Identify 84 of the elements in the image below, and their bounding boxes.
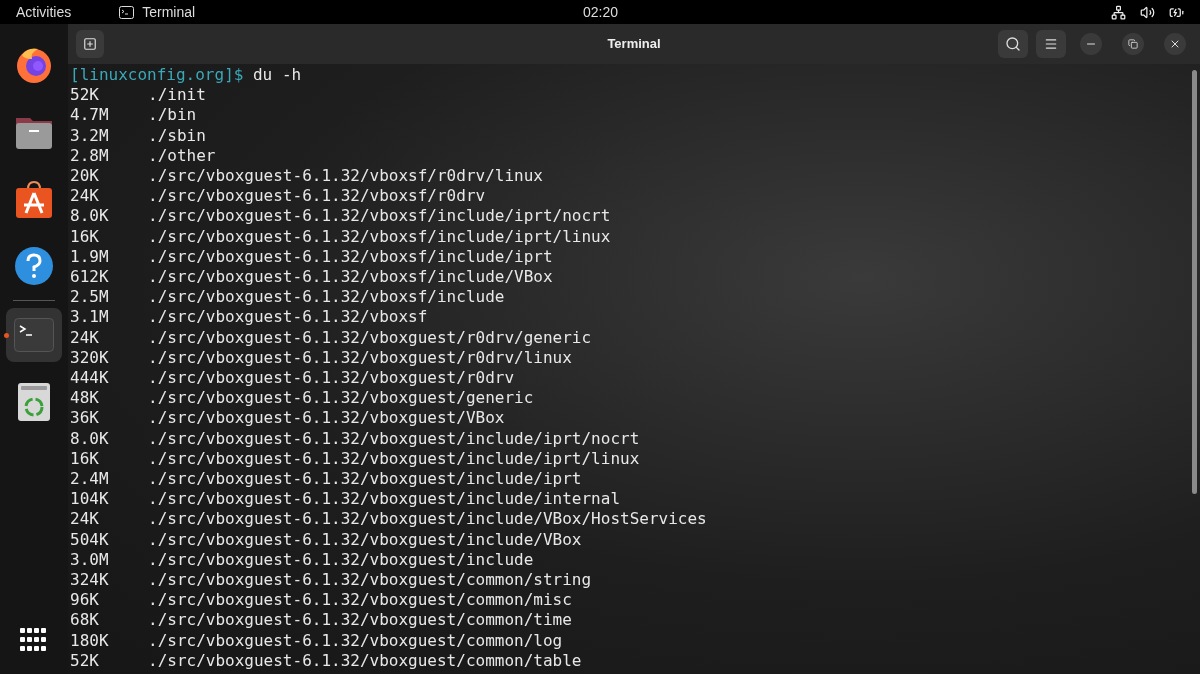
size-value: 52K (70, 85, 100, 106)
path-value: ./src/vboxguest-6.1.32/vboxguest/common/log (148, 630, 563, 651)
size-value: 2.5M (70, 287, 110, 308)
size-value: 24K (70, 509, 100, 530)
network-icon[interactable] (1111, 4, 1126, 20)
path-value: ./src/vboxguest-6.1.32/vboxguest/r0drv/linux (148, 347, 572, 369)
path-value: ./src/vboxguest-6.1.32/vboxguest/common/time (148, 610, 572, 631)
window-title: Terminal (606, 35, 662, 54)
terminal-icon (119, 5, 135, 19)
path-value: ./src/vboxguest-6.1.32/vboxguest/include/VBox (148, 529, 582, 550)
prompt: [linuxconfig.org]$ (70, 65, 244, 86)
path-value: ./src/vboxguest-6.1.32/vboxsf/include/iprt/nocrt (148, 206, 611, 227)
size-value: 180K (70, 630, 110, 651)
path-value: ./src/vboxguest-6.1.32/vboxguest/include (148, 549, 534, 571)
size-value: 8.0K (70, 428, 110, 449)
maximize-button[interactable] (1122, 33, 1144, 55)
app-grid-icon[interactable] (20, 626, 48, 654)
running-indicator (4, 333, 9, 338)
path-value: ./src/vboxguest-6.1.32/vboxguest/r0drv/generic (148, 327, 592, 348)
new-tab-button[interactable] (76, 30, 104, 58)
path-value: ./src/vboxguest-6.1.32/vboxguest/include/iprt (148, 469, 582, 490)
path-value: ./src/vboxguest-6.1.32/vboxguest/common/misc (148, 590, 572, 611)
search-icon (1005, 36, 1021, 52)
size-value: 16K (70, 226, 100, 247)
size-value: 444K (70, 368, 110, 389)
size-value: 504K (70, 529, 110, 550)
volume-icon[interactable] (1140, 4, 1155, 20)
path-value: ./bin (148, 105, 197, 126)
path-value: ./src/vboxguest-6.1.32/vboxsf (148, 307, 428, 328)
size-value: 8.0K (70, 206, 110, 227)
command: du -h (253, 65, 302, 86)
path-value: ./src/vboxguest-6.1.32/vboxguest/VBox (148, 408, 505, 429)
path-value: ./src/vboxguest-6.1.32/vboxguest/include/VBox/HostServices (148, 509, 707, 530)
size-value: 2.4M (70, 469, 110, 490)
help-icon (14, 246, 54, 286)
path-value: ./src/vboxguest-6.1.32/vboxguest/include/iprt/nocrt (148, 428, 640, 449)
path-value: ./other (148, 145, 216, 166)
size-value: 24K (70, 186, 100, 207)
size-value: 3.0M (70, 549, 110, 571)
new-tab-icon (83, 37, 97, 51)
path-value: ./src/vboxguest-6.1.32/vboxguest/include/internal (148, 489, 620, 510)
path-value: ./src/vboxguest-6.1.32/vboxsf/r0drv/linux (148, 166, 543, 187)
path-value: ./src/vboxguest-6.1.32/vboxsf/include/iprt (148, 246, 553, 268)
path-value: ./src/vboxguest-6.1.32/vboxsf/include (148, 287, 505, 308)
search-button[interactable] (998, 30, 1028, 58)
path-value: ./src/vboxguest-6.1.32/vboxguest/common/table (148, 650, 582, 672)
size-value: 36K (70, 408, 100, 429)
path-value: ./src/vboxguest-6.1.32/vboxguest/r0drv (148, 368, 515, 389)
minimize-button[interactable] (1080, 33, 1102, 55)
path-value: ./sbin (148, 125, 206, 146)
size-value: 96K (70, 590, 100, 611)
size-value: 324K (70, 570, 110, 591)
size-value: 24K (70, 327, 100, 348)
size-value: 320K (70, 347, 110, 369)
size-value: 104K (70, 489, 110, 510)
path-value: ./src/vboxguest-6.1.32/vboxguest/include/iprt/linux (148, 448, 640, 470)
size-value: 3.2M (70, 125, 110, 146)
size-value: 4.7M (70, 105, 110, 126)
size-value: 3.1M (70, 307, 110, 328)
path-value: ./src/vboxguest-6.1.32/vboxguest/common/string (148, 570, 592, 591)
close-icon (1169, 38, 1181, 50)
size-value: 48K (70, 388, 100, 409)
close-button[interactable] (1164, 33, 1186, 55)
path-value: ./src/vboxguest-6.1.32/vboxsf/include/VBox (148, 267, 553, 288)
path-value: ./init (148, 85, 206, 106)
clock[interactable]: 02:20 (583, 1, 619, 23)
path-value: ./src/vboxguest-6.1.32/vboxsf/r0drv (148, 186, 486, 207)
app-menu-label[interactable]: Terminal (142, 1, 196, 23)
activities-button[interactable]: Activities (16, 1, 72, 23)
size-value: 68K (70, 610, 100, 631)
size-value: 20K (70, 166, 100, 187)
menu-icon (1044, 37, 1058, 51)
restore-icon (1128, 39, 1138, 49)
menu-button[interactable] (1036, 30, 1066, 58)
size-value: 612K (70, 267, 110, 288)
size-value: 52K (70, 650, 100, 672)
path-value: ./src/vboxguest-6.1.32/vboxguest/generic (148, 388, 534, 409)
size-value: 1.9M (70, 246, 110, 268)
terminal-icon (14, 318, 54, 352)
size-value: 16K (70, 448, 100, 470)
shopping-bag-icon (14, 179, 54, 219)
trash-icon (17, 382, 51, 422)
path-value: ./src/vboxguest-6.1.32/vboxsf/include/iprt/linux (148, 226, 611, 247)
size-value: 2.8M (70, 145, 110, 166)
